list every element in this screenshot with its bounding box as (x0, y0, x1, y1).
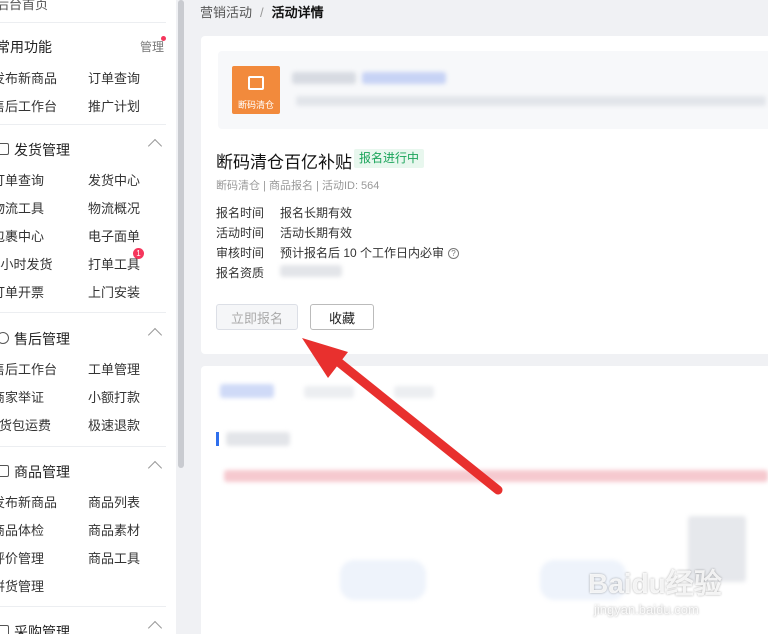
sidebar-item[interactable]: 上门安装 (88, 282, 140, 301)
sidebar-item[interactable]: 发货中心 (88, 170, 140, 189)
sidebar-item[interactable]: 退货包运费 (0, 415, 51, 434)
section-title: 售后管理 (14, 331, 70, 347)
sidebar-item[interactable]: 推广计划 (88, 96, 140, 115)
info-label: 审核时间 (216, 246, 265, 260)
section-marker (216, 432, 219, 446)
info-label: 报名资质 (216, 266, 265, 280)
sidebar-divider (0, 312, 166, 313)
breadcrumb: 营销活动 / 活动详情 (200, 2, 324, 21)
sidebar-item[interactable]: 物流工具 (0, 198, 44, 217)
blurred-link[interactable] (362, 72, 446, 84)
blurred-warning-text (224, 470, 768, 482)
shield-icon (0, 332, 9, 344)
sidebar-section-aftersale[interactable]: 售后管理 (0, 327, 176, 355)
blurred-tab[interactable] (304, 386, 354, 398)
info-label: 报名时间 (216, 206, 265, 220)
sidebar-scrollbar[interactable] (178, 0, 184, 468)
sidebar-section-purchasing[interactable]: 采购管理 (0, 620, 176, 634)
section-title: 采购管理 (14, 624, 70, 634)
logo-text: 断码清仓 (237, 100, 274, 110)
sidebar-item[interactable]: 物流概况 (88, 198, 140, 217)
count-badge: 1 (133, 248, 144, 259)
info-value: 活动长期有效 (280, 226, 353, 240)
sidebar-item[interactable]: 订单查询 (88, 68, 140, 87)
sidebar-item[interactable]: 极速退款 (88, 415, 140, 434)
sidebar-item[interactable]: 打单工具 (88, 254, 140, 273)
sidebar-item[interactable]: 订单开票 (0, 282, 44, 301)
sidebar-item[interactable]: 售后工作台 (0, 96, 57, 115)
info-label: 活动时间 (216, 226, 265, 240)
sidebar-item[interactable]: 拼货管理 (0, 576, 44, 595)
sidebar-section-products[interactable]: 商品管理 (0, 460, 176, 488)
sidebar: 后台首页 常用功能 管理 发布新商品 订单查询 售后工作台 推广计划 发货管理 … (0, 0, 176, 634)
sidebar-section-shipping[interactable]: 发货管理 (0, 138, 176, 166)
chevron-up-icon[interactable] (147, 327, 163, 343)
blurred-tab[interactable] (394, 386, 434, 398)
breadcrumb-separator: / (260, 5, 264, 20)
info-row-activity-time: 活动时间 活动长期有效 (216, 224, 352, 241)
activity-logo: 断码清仓 (232, 66, 280, 114)
activity-title: 断码清仓百亿补贴 (216, 153, 352, 172)
blurred-text (292, 72, 356, 84)
sidebar-common-title: 常用功能 (0, 39, 52, 55)
activity-meta: 断码清仓 | 商品报名 | 活动ID: 564 (216, 180, 380, 192)
purchase-icon (0, 625, 9, 634)
breadcrumb-current: 活动详情 (271, 5, 324, 20)
blurred-section-title (226, 432, 290, 446)
blurred-step (340, 560, 426, 600)
shipping-icon (0, 143, 9, 155)
sidebar-divider (0, 606, 166, 607)
blurred-description (296, 96, 766, 106)
sidebar-item[interactable]: 商品素材 (88, 520, 140, 539)
blurred-tab-active[interactable] (220, 384, 274, 398)
info-row-qualification: 报名资质 (216, 264, 280, 281)
sidebar-manage-link[interactable]: 管理 (140, 38, 164, 55)
watermark-brand: Baidu经验 (588, 568, 722, 599)
breadcrumb-parent[interactable]: 营销活动 (200, 5, 252, 20)
baidu-watermark: Baidu经验 jingyan.baidu.com (588, 548, 768, 634)
notification-dot (161, 36, 166, 41)
sidebar-item[interactable]: 商家举证 (0, 387, 44, 406)
sidebar-item-home[interactable]: 后台首页 (0, 0, 48, 13)
sidebar-item[interactable]: 小额打款 (88, 387, 140, 406)
product-icon (0, 465, 9, 477)
chevron-up-icon[interactable] (147, 138, 163, 154)
app-window: 后台首页 常用功能 管理 发布新商品 订单查询 售后工作台 推广计划 发货管理 … (0, 0, 768, 634)
sidebar-divider (0, 22, 166, 23)
sidebar-item[interactable]: 商品列表 (88, 492, 140, 511)
sidebar-item[interactable]: 评价管理 (0, 548, 44, 567)
info-value: 预计报名后 10 个工作日内必审 (280, 246, 445, 260)
blurred-qualification (280, 265, 342, 277)
watermark-url: jingyan.baidu.com (594, 602, 699, 617)
sidebar-item[interactable]: 售后工作台 (0, 359, 57, 378)
help-icon[interactable]: ? (448, 248, 460, 260)
sidebar-item[interactable]: 24小时发货 (0, 254, 52, 273)
shop-info-panel (218, 51, 768, 129)
info-value: 报名长期有效 (280, 206, 353, 220)
chevron-up-icon[interactable] (147, 460, 163, 476)
chevron-up-icon[interactable] (147, 620, 163, 634)
status-badge: 报名进行中 (354, 149, 425, 168)
sidebar-item[interactable]: 发布新商品 (0, 492, 57, 511)
section-title: 商品管理 (14, 464, 70, 480)
sidebar-item[interactable]: 商品体检 (0, 520, 44, 539)
sidebar-item[interactable]: 发布新商品 (0, 68, 57, 87)
truck-icon (248, 76, 264, 90)
sidebar-item[interactable]: 工单管理 (88, 359, 140, 378)
favorite-button[interactable]: 收藏 (310, 304, 374, 330)
section-title: 发货管理 (14, 142, 70, 158)
sidebar-item[interactable]: 包裹中心 (0, 226, 44, 245)
sidebar-item[interactable]: 电子面单 (88, 226, 140, 245)
info-row-signup-time: 报名时间 报名长期有效 (216, 204, 352, 221)
info-row-review-time: 审核时间 预计报名后 10 个工作日内必审? (216, 244, 460, 261)
sidebar-item[interactable]: 商品工具 (88, 548, 140, 567)
apply-now-button[interactable]: 立即报名 (216, 304, 298, 330)
sidebar-divider (0, 446, 166, 447)
sidebar-item[interactable]: 订单查询 (0, 170, 44, 189)
sidebar-divider (0, 124, 166, 125)
